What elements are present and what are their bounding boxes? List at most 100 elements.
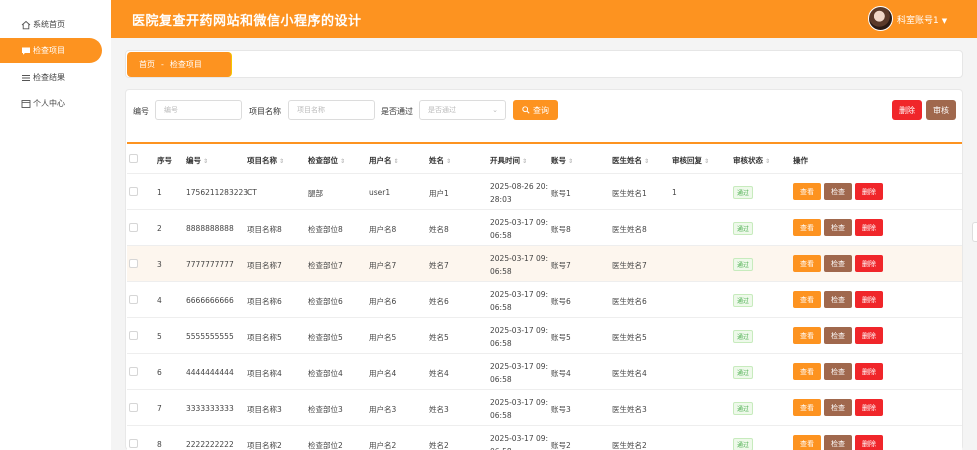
status-badge: 通过: [733, 258, 753, 271]
row-checkbox[interactable]: [129, 223, 138, 232]
sidebar-item-profile[interactable]: 个人中心: [0, 91, 102, 116]
view-button[interactable]: 查看: [793, 183, 821, 200]
sort-icon: ⇕: [340, 158, 346, 165]
cell-body-part: 检查部位6: [308, 297, 343, 306]
col-header-label: 用户名: [369, 156, 392, 165]
table-row[interactable]: 8 2222222222 项目名称2 检查部位2 用户名2 姓名2 账号2 医生姓名2 2025…: [127, 425, 962, 450]
table-row[interactable]: 4 6666666666 项目名称6 检查部位6 用户名6 姓名6 账号6 医生姓名6 2025…: [127, 281, 962, 317]
batch-delete-button[interactable]: 删除: [892, 100, 922, 120]
table-row[interactable]: 5 5555555555 项目名称5 检查部位5 用户名5 姓名5 账号5 医生姓名5 2025…: [127, 317, 962, 353]
batch-audit-button[interactable]: 审核: [926, 100, 956, 120]
col-header-label: 账号: [551, 156, 566, 165]
status-badge: 通过: [733, 222, 753, 235]
col-header-sortable[interactable]: 开具时间 ⇕: [490, 155, 527, 166]
code-input[interactable]: 编号: [155, 100, 242, 120]
sidebar-item-check-results[interactable]: 检查结果: [0, 65, 102, 90]
col-header-sortable[interactable]: 编号 ⇕: [186, 155, 208, 166]
cell-issue-time: 2025-03-17 09: 06:58: [490, 360, 548, 386]
col-header-sortable[interactable]: 审核回复 ⇕: [672, 155, 709, 166]
check-button[interactable]: 检查: [824, 291, 852, 308]
side-handle[interactable]: [972, 222, 977, 242]
check-button[interactable]: 检查: [824, 219, 852, 236]
search-icon: [522, 106, 530, 114]
check-button[interactable]: 检查: [824, 399, 852, 416]
table-row[interactable]: 3 7777777777 项目名称7 检查部位7 用户名7 姓名7 账号7 医生姓名7 2025…: [127, 245, 962, 281]
check-button[interactable]: 检查: [824, 183, 852, 200]
cell-index: 6: [157, 368, 162, 377]
check-button[interactable]: 检查: [824, 255, 852, 272]
cell-index: 3: [157, 260, 162, 269]
delete-button[interactable]: 删除: [855, 291, 883, 308]
account-menu[interactable]: 科室账号1 ▼: [897, 13, 947, 26]
cell-code: 8888888888: [186, 224, 234, 233]
table-row[interactable]: 2 8888888888 项目名称8 检查部位8 用户名8 姓名8 账号8 医生姓名8 2025…: [127, 209, 962, 245]
cell-issue-time-date: 2025-03-17 09:: [490, 326, 549, 335]
check-button[interactable]: 检查: [824, 327, 852, 344]
delete-button[interactable]: 删除: [855, 363, 883, 380]
table-row[interactable]: 6 4444444444 项目名称4 检查部位4 用户名4 姓名4 账号4 医生姓名4 2025…: [127, 353, 962, 389]
col-header-sortable[interactable]: 用户名 ⇕: [369, 155, 399, 166]
data-table: 序号 编号 ⇕ 项目名称 ⇕ 检查部位 ⇕ 用户名 ⇕ 姓名 ⇕ 开具时间 ⇕ 账号 ⇕ 医生…: [127, 142, 962, 450]
row-checkbox[interactable]: [129, 259, 138, 268]
delete-button[interactable]: 删除: [855, 327, 883, 344]
sidebar-item-check-items[interactable]: 检查项目: [0, 38, 102, 63]
row-checkbox[interactable]: [129, 187, 138, 196]
col-header-sortable[interactable]: 医生姓名 ⇕: [612, 155, 649, 166]
col-header-sortable[interactable]: 审核状态 ⇕: [733, 155, 770, 166]
view-button[interactable]: 查看: [793, 399, 821, 416]
view-button[interactable]: 查看: [793, 219, 821, 236]
view-button[interactable]: 查看: [793, 291, 821, 308]
chevron-down-icon: ⌄: [492, 106, 498, 114]
cell-body-part: 检查部位3: [308, 405, 343, 414]
col-header-label: 姓名: [429, 156, 444, 165]
check-button[interactable]: 检查: [824, 435, 852, 450]
cell-username: 用户名8: [369, 225, 397, 234]
top-header: 医院复查开药网站和微信小程序的设计 科室账号1 ▼: [111, 0, 977, 38]
search-button-label: 查询: [533, 105, 549, 115]
app-title: 医院复查开药网站和微信小程序的设计: [132, 14, 362, 29]
search-button[interactable]: 查询: [513, 100, 558, 120]
col-header-sortable[interactable]: 账号 ⇕: [551, 155, 573, 166]
cell-code: 3333333333: [186, 404, 234, 413]
row-checkbox[interactable]: [129, 295, 138, 304]
view-button[interactable]: 查看: [793, 327, 821, 344]
sort-icon: ⇕: [765, 158, 771, 165]
delete-button[interactable]: 删除: [855, 399, 883, 416]
row-checkbox[interactable]: [129, 403, 138, 412]
item-name-input[interactable]: 项目名称: [288, 100, 375, 120]
view-button[interactable]: 查看: [793, 363, 821, 380]
delete-button[interactable]: 删除: [855, 183, 883, 200]
delete-button[interactable]: 删除: [855, 435, 883, 450]
cell-username: 用户名3: [369, 405, 397, 414]
col-header-sortable[interactable]: 项目名称 ⇕: [247, 155, 284, 166]
col-header-sortable[interactable]: 姓名 ⇕: [429, 155, 451, 166]
view-button[interactable]: 查看: [793, 255, 821, 272]
cell-code: 1756211283223: [186, 188, 249, 197]
row-checkbox[interactable]: [129, 367, 138, 376]
delete-button[interactable]: 删除: [855, 255, 883, 272]
view-button[interactable]: 查看: [793, 435, 821, 450]
sidebar-item-home[interactable]: 系统首页: [0, 12, 102, 37]
avatar[interactable]: [868, 6, 893, 31]
col-header-sortable[interactable]: 检查部位 ⇕: [308, 155, 345, 166]
cell-issue-time-date: 2025-03-17 09:: [490, 434, 549, 443]
pass-select[interactable]: 是否通过 ⌄: [419, 100, 506, 120]
cell-issue-time: 2025-03-17 09: 06:58: [490, 396, 548, 422]
table-row[interactable]: 1 1756211283223 CT 腿部 user1 用户1 账号1 医生姓名1 1 2025-…: [127, 173, 962, 209]
cell-index: 8: [157, 440, 162, 449]
cell-item-name: 项目名称7: [247, 261, 282, 270]
row-checkbox[interactable]: [129, 439, 138, 448]
cell-account: 账号5: [551, 333, 571, 342]
select-all-checkbox[interactable]: [129, 154, 138, 163]
delete-button[interactable]: 删除: [855, 219, 883, 236]
check-button[interactable]: 检查: [824, 363, 852, 380]
cell-issue-time: 2025-08-26 20: 28:03: [490, 180, 548, 206]
cell-body-part: 检查部位2: [308, 441, 343, 450]
breadcrumb-home[interactable]: 首页: [139, 59, 155, 70]
table-row[interactable]: 7 3333333333 项目名称3 检查部位3 用户名3 姓名3 账号3 医生姓名3 2025…: [127, 389, 962, 425]
cell-account: 账号4: [551, 369, 571, 378]
row-checkbox[interactable]: [129, 331, 138, 340]
comment-icon: [21, 46, 31, 56]
cell-item-name: 项目名称6: [247, 297, 282, 306]
breadcrumb-separator: -: [161, 60, 164, 69]
